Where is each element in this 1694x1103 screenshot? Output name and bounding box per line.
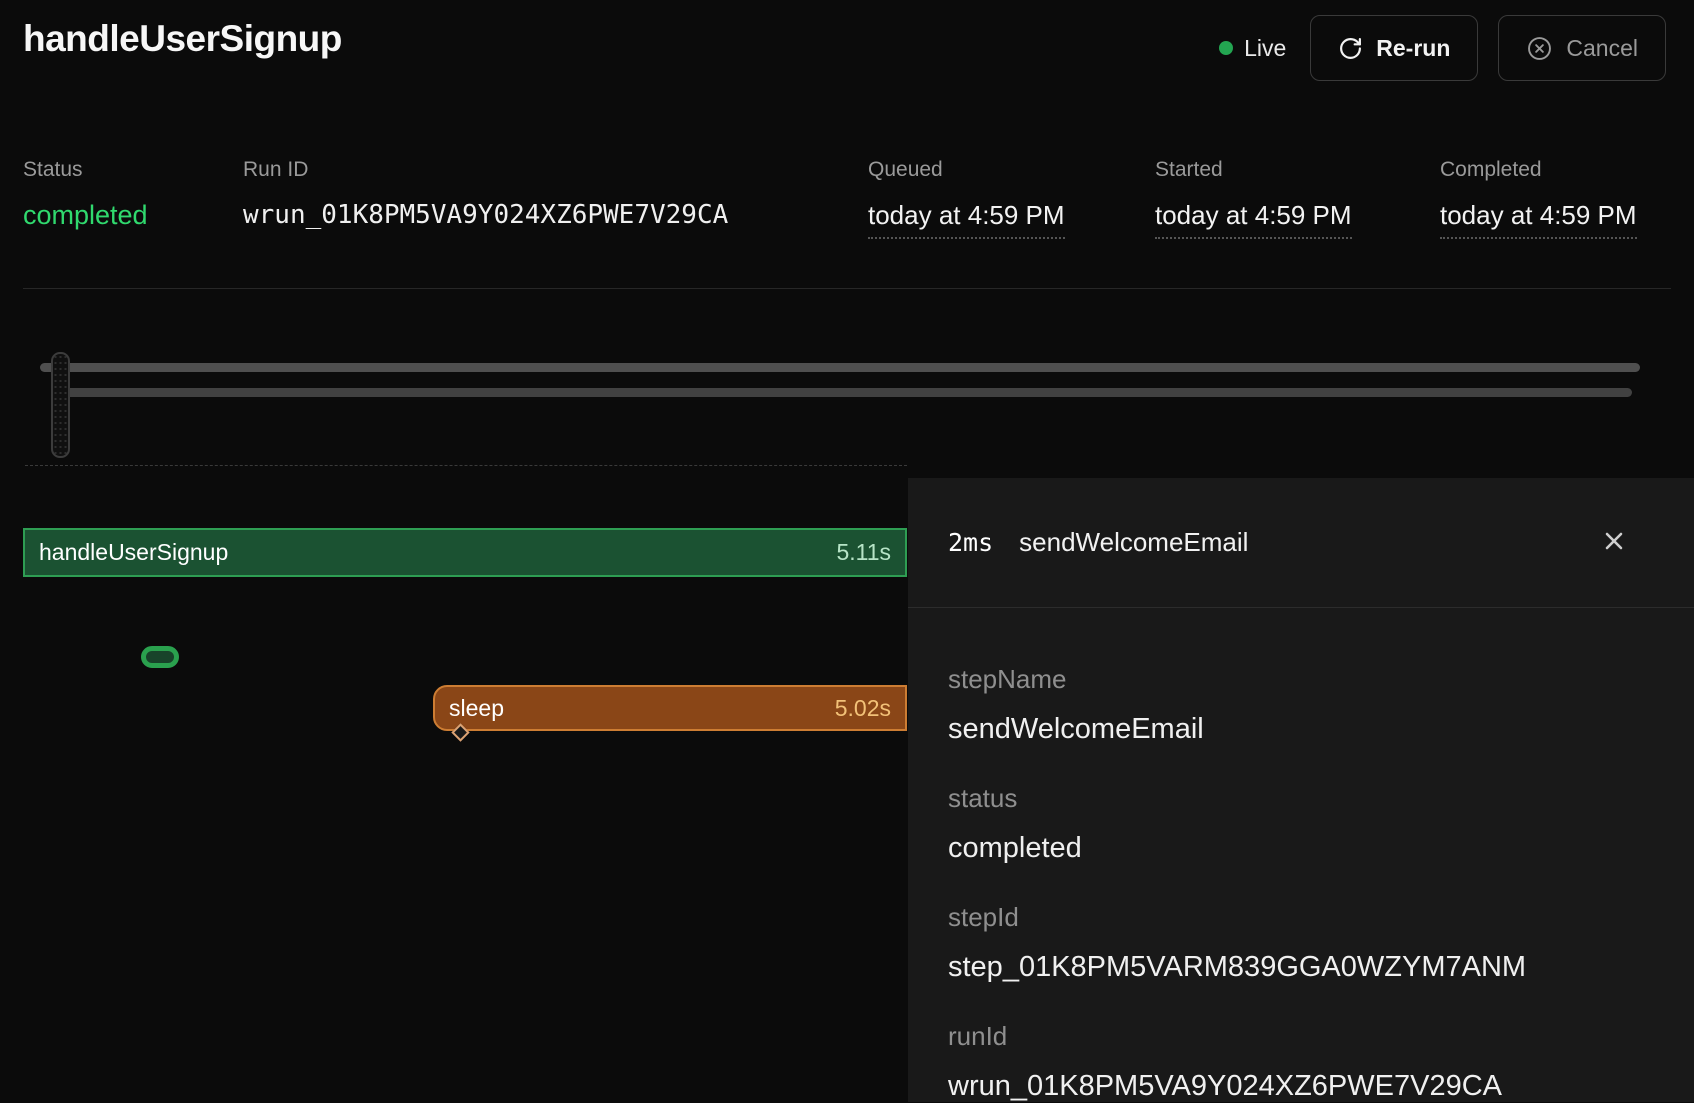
queued-value[interactable]: today at 4:59 PM bbox=[868, 200, 1065, 239]
minimap-brush-handle[interactable] bbox=[51, 352, 70, 458]
cancel-label: Cancel bbox=[1566, 35, 1638, 62]
live-dot-icon bbox=[1219, 41, 1233, 55]
field-step-id-value: step_01K8PM5VARM839GGA0WZYM7ANM bbox=[948, 951, 1654, 984]
meta-run-id: Run ID wrun_01K8PM5VA9Y024XZ6PWE7V29CA bbox=[243, 158, 308, 182]
refresh-icon bbox=[1338, 36, 1363, 61]
circled-x-icon bbox=[1526, 35, 1553, 62]
root-step-label: handleUserSignup bbox=[39, 539, 228, 566]
field-step-name: stepName sendWelcomeEmail bbox=[948, 664, 1654, 746]
started-value[interactable]: today at 4:59 PM bbox=[1155, 200, 1352, 239]
run-title: handleUserSignup bbox=[23, 18, 342, 60]
status-label: Status bbox=[23, 158, 83, 182]
field-step-name-label: stepName bbox=[948, 664, 1654, 695]
field-status: status completed bbox=[948, 783, 1654, 865]
topbar-actions: Live Re-run Cancel bbox=[1219, 15, 1666, 81]
field-run-id-label: runId bbox=[948, 1021, 1654, 1052]
root-step-duration: 5.11s bbox=[836, 539, 891, 566]
meta-completed: Completed today at 4:59 PM bbox=[1440, 158, 1542, 182]
selected-step-pill[interactable] bbox=[141, 646, 179, 668]
sleep-step-label: sleep bbox=[449, 695, 504, 722]
completed-label: Completed bbox=[1440, 158, 1542, 182]
minimap-bar-root[interactable] bbox=[40, 363, 1640, 372]
step-detail-body: stepName sendWelcomeEmail status complet… bbox=[908, 608, 1694, 1103]
header-divider bbox=[23, 288, 1671, 289]
field-step-id: stepId step_01K8PM5VARM839GGA0WZYM7ANM bbox=[948, 902, 1654, 984]
waterfall-top-border bbox=[25, 465, 907, 466]
close-panel-button[interactable] bbox=[1596, 523, 1632, 562]
rerun-label: Re-run bbox=[1376, 35, 1450, 62]
cancel-button[interactable]: Cancel bbox=[1498, 15, 1666, 81]
sleep-step-bar[interactable]: sleep 5.02s bbox=[433, 685, 907, 731]
sleep-step-duration: 5.02s bbox=[835, 695, 891, 722]
field-step-name-value: sendWelcomeEmail bbox=[948, 713, 1654, 746]
meta-queued: Queued today at 4:59 PM bbox=[868, 158, 943, 182]
run-id-value: wrun_01K8PM5VA9Y024XZ6PWE7V29CA bbox=[243, 200, 728, 230]
started-label: Started bbox=[1155, 158, 1223, 182]
status-value: completed bbox=[23, 200, 148, 231]
step-detail-panel: 2ms sendWelcomeEmail stepName sendWelcom… bbox=[908, 478, 1694, 1102]
field-status-value: completed bbox=[948, 832, 1654, 865]
root-step-bar[interactable]: handleUserSignup 5.11s bbox=[23, 528, 907, 577]
live-status: Live bbox=[1219, 35, 1286, 62]
field-run-id: runId wrun_01K8PM5VA9Y024XZ6PWE7V29CA bbox=[948, 1021, 1654, 1103]
queued-label: Queued bbox=[868, 158, 943, 182]
meta-status: Status completed bbox=[23, 158, 83, 182]
meta-started: Started today at 4:59 PM bbox=[1155, 158, 1223, 182]
minimap-bar-sleep[interactable] bbox=[57, 388, 1632, 397]
field-status-label: status bbox=[948, 783, 1654, 814]
completed-value[interactable]: today at 4:59 PM bbox=[1440, 200, 1637, 239]
field-run-id-value: wrun_01K8PM5VA9Y024XZ6PWE7V29CA bbox=[948, 1070, 1654, 1103]
step-detail-header: 2ms sendWelcomeEmail bbox=[908, 478, 1694, 608]
live-label: Live bbox=[1244, 35, 1286, 62]
close-icon bbox=[1600, 527, 1628, 558]
run-detail-page: { "header": { "title": "handleUserSignup… bbox=[0, 0, 1694, 1102]
rerun-button[interactable]: Re-run bbox=[1310, 15, 1478, 81]
run-id-label: Run ID bbox=[243, 158, 308, 182]
step-duration-badge: 2ms bbox=[948, 528, 993, 557]
field-step-id-label: stepId bbox=[948, 902, 1654, 933]
step-detail-title: sendWelcomeEmail bbox=[1019, 527, 1248, 558]
